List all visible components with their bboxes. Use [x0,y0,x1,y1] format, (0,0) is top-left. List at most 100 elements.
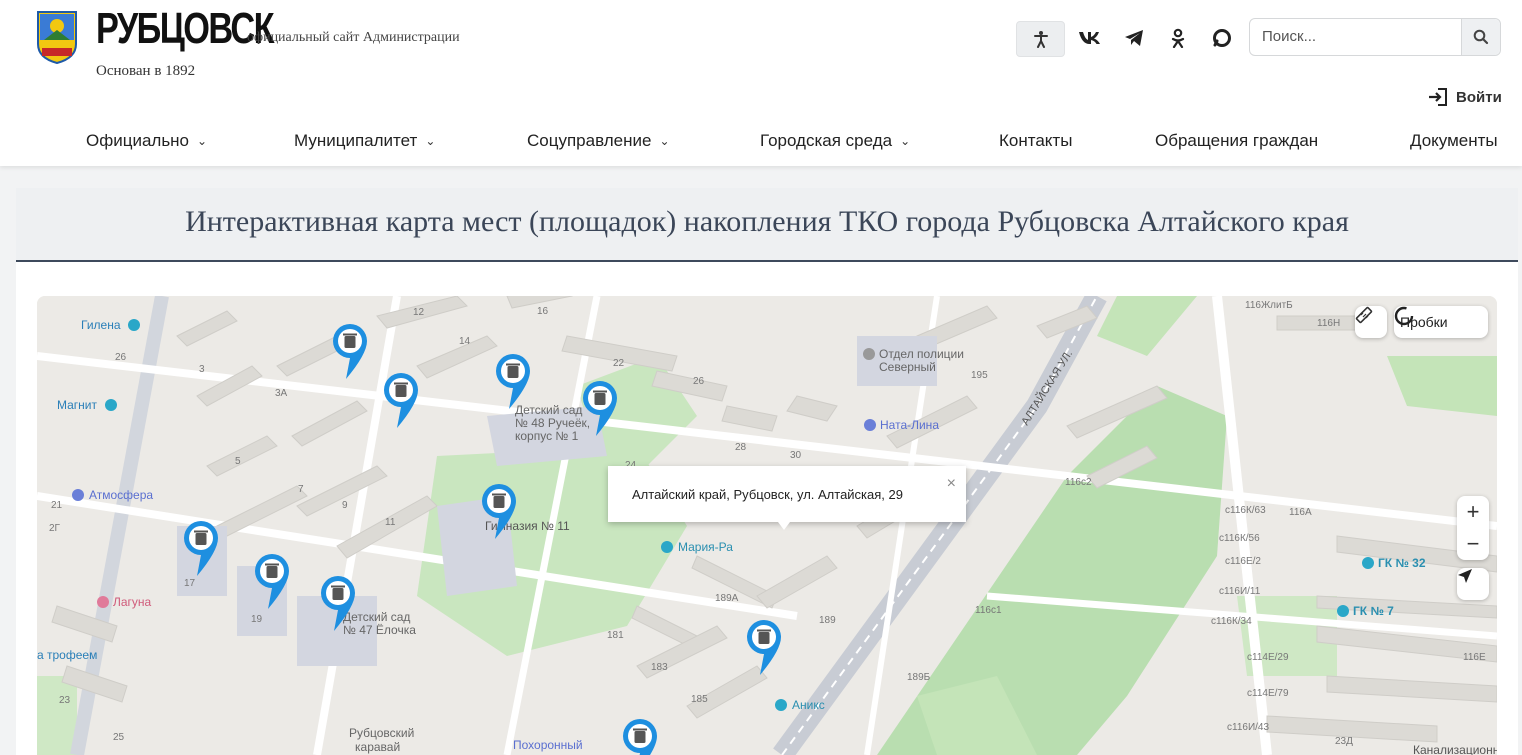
house-number: 30 [790,450,802,461]
traffic-icon [1394,306,1414,326]
house-number: с116И/43 [1227,722,1269,733]
nav-item-social[interactable]: Соцуправление ⌄ [527,131,670,151]
pharmacy-icon[interactable] [775,699,787,711]
vk-icon[interactable] [1070,21,1110,55]
poi-mariya[interactable]: Мария-Ра [678,540,733,554]
max-messenger-icon[interactable] [1202,21,1242,55]
house-number: с116Е/2 [1225,556,1261,567]
poi-karavai-l1[interactable]: Рубцовский [349,726,414,740]
page-title-bar: Интерактивная карта мест (площадок) нако… [16,188,1518,262]
house-number: 116ЖлитБ [1245,300,1293,311]
house-number: 25 [113,732,125,743]
house-number: с114Е/79 [1247,688,1289,699]
search-box [1249,18,1501,56]
telegram-icon[interactable] [1114,21,1154,55]
nav-item-documents[interactable]: Документы [1410,131,1498,151]
nav-item-appeals[interactable]: Обращения граждан [1155,131,1318,151]
house-number: 116Н [1317,318,1340,329]
house-number: 22 [613,358,625,369]
poi-gk32[interactable]: ГК № 32 [1378,556,1426,570]
ruler-button[interactable] [1355,306,1387,338]
accessibility-icon[interactable] [1016,21,1065,57]
chevron-down-icon: ⌄ [659,134,670,148]
site-name[interactable]: РУБЦОВСК [96,4,275,54]
poi-natalina[interactable]: Ната-Лина [880,418,939,432]
site-subtitle: официальный сайт Администрации [247,30,460,45]
poi-aniks[interactable]: Аникс [792,698,825,712]
chevron-down-icon: ⌄ [197,134,208,148]
poi-gk7[interactable]: ГК № 7 [1353,604,1394,618]
house-number: 26 [115,352,127,363]
main-nav: Официально ⌄ Муниципалитет ⌄ Соцуправление… [0,131,1522,155]
founded-text: Основан в 1892 [96,63,196,79]
house-number: 116Е [1463,652,1486,663]
house-number: 189 [819,615,836,626]
house-number: 19 [251,614,263,625]
login-icon [1429,88,1447,106]
poi-atmosfera[interactable]: Атмосфера [89,488,153,502]
zoom-out-button[interactable]: − [1457,528,1489,560]
nav-label: Контакты [999,131,1073,150]
poi-kindergarten48-l2[interactable]: № 48 Ручеёк, [515,416,590,430]
house-number: 183 [651,662,668,673]
house-number: 14 [459,336,471,347]
nav-item-official[interactable]: Официально ⌄ [86,131,207,151]
nav-item-city-environment[interactable]: Городская среда ⌄ [760,131,910,151]
search-input[interactable] [1260,27,1454,46]
traffic-button[interactable]: Пробки [1394,306,1488,338]
shop-icon[interactable] [128,319,140,331]
poi-trofeem[interactable]: а трофеем [37,648,97,662]
poi-police-l2[interactable]: Северный [879,360,936,374]
site-header: РУБЦОВСК официальный сайт Администрации … [0,0,1522,166]
poi-karavai-l2[interactable]: каравай [355,740,400,754]
house-number: 116с1 [975,605,1002,616]
zoom-in-button[interactable]: + [1457,496,1489,528]
house-number: 12 [413,307,425,318]
poi-magnit[interactable]: Магнит [57,398,98,412]
house-number: 23 [59,695,71,706]
house-number: 116А [1289,507,1312,518]
house-number: 3 [199,364,205,375]
zoom-control: + − [1457,496,1489,560]
house-number: 17 [184,578,196,589]
geolocation-button[interactable] [1457,568,1489,600]
poi-police-l1[interactable]: Отдел полиции [879,347,964,361]
map-popup: Алтайский край, Рубцовск, ул. Алтайская,… [608,466,966,530]
nav-label: Обращения граждан [1155,131,1319,150]
beauty-icon[interactable] [97,596,109,608]
house-number: 181 [607,630,624,641]
search-button[interactable] [1461,19,1500,55]
map-canvas[interactable]: 12 14 16 22 26 28 30 3 3А 5 7 9 11 17 19… [37,296,1497,755]
poi-pokhoronny[interactable]: Похоронный [513,738,583,752]
garage-icon[interactable] [1337,605,1349,617]
house-number: 9 [342,500,348,511]
house-number: 5 [235,456,241,467]
service-icon[interactable] [72,489,84,501]
garage-icon[interactable] [1362,557,1374,569]
chevron-down-icon: ⌄ [425,134,436,148]
service-icon[interactable] [864,419,876,431]
login-button[interactable]: Войти [1428,88,1502,106]
poi-laguna[interactable]: Лагуна [113,595,152,609]
poi-gilena[interactable]: Гилена [81,318,121,332]
poi-kindergarten48-l3[interactable]: корпус № 1 [515,429,579,443]
shop-icon[interactable] [661,541,673,553]
house-number: с116И/11 [1219,586,1261,597]
police-icon[interactable] [863,348,875,360]
poi-kindergarten47-l2[interactable]: № 47 Ёлочка [343,623,416,637]
house-number: 16 [537,306,549,317]
nav-item-municipality[interactable]: Муниципалитет ⌄ [294,131,435,151]
poi-kanal[interactable]: Канализационно- [1413,743,1497,755]
city-emblem-icon[interactable] [36,10,78,65]
shop-icon[interactable] [105,399,117,411]
house-number: с114Е/29 [1247,652,1289,663]
odnoklassniki-icon[interactable] [1158,21,1198,55]
poi-kindergarten47-l1[interactable]: Детский сад [343,610,410,624]
poi-kindergarten48-l1[interactable]: Детский сад [515,403,582,417]
popup-address: Алтайский край, Рубцовск, ул. Алтайская,… [632,487,903,502]
interactive-map[interactable]: 12 14 16 22 26 28 30 3 3А 5 7 9 11 17 19… [37,296,1497,755]
house-number: с116К/63 [1225,505,1266,516]
house-number: 28 [735,442,747,453]
nav-item-contacts[interactable]: Контакты [999,131,1072,151]
popup-close-button[interactable]: × [947,475,956,493]
